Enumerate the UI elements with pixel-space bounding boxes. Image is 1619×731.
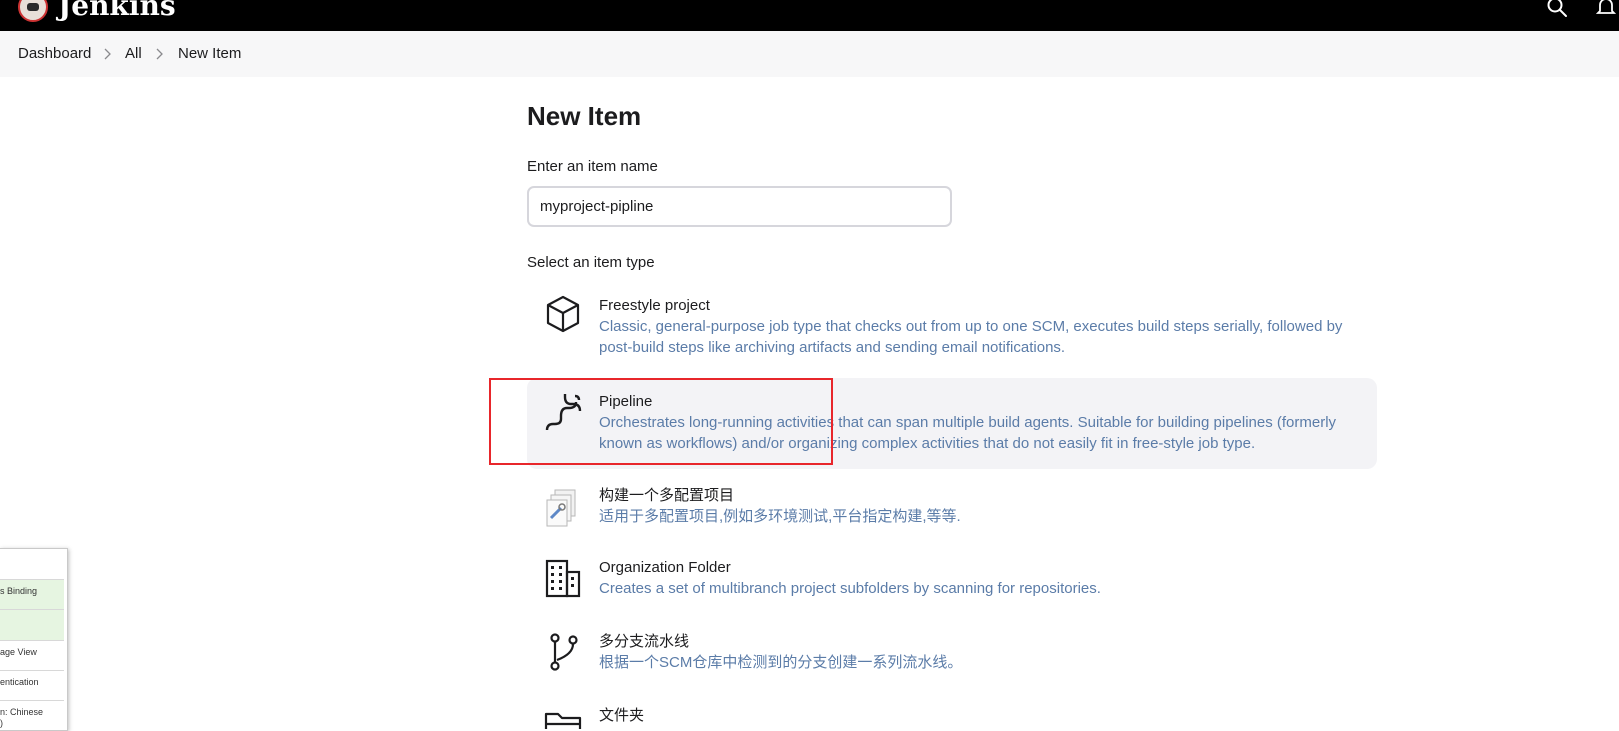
item-type-title: 文件夹 [599,707,645,724]
folder-icon [544,712,582,729]
item-type-title: Pipeline [599,393,653,410]
breadcrumb: Dashboard All New Item [0,31,1619,77]
item-type-title: 多分支流水线 [599,633,690,650]
item-type-description: 根据一个SCM仓库中检测到的分支创建一系列流水线。 [599,654,963,671]
breadcrumb-new-item[interactable]: New Item [178,44,241,64]
multi-config-icon [546,489,576,527]
side-panel-row[interactable]: n: Chinese) [0,701,64,730]
item-type-folder[interactable]: 文件夹 [527,700,1377,729]
item-type-title: 构建一个多配置项目 [599,487,735,504]
item-type-description: Orchestrates long-running activities tha… [599,414,1337,452]
side-panel-row[interactable]: entication [0,671,64,701]
jenkins-logo-icon[interactable] [18,0,48,22]
item-name-input[interactable] [527,186,952,227]
side-panel-row[interactable]: age View [0,641,64,671]
branch-icon [550,633,578,671]
pipeline-icon [545,394,582,431]
item-type-description: Classic, general-purpose job type that c… [599,318,1343,356]
page-title: New Item [527,101,642,131]
item-type-title: Organization Folder [599,559,731,576]
chevron-right-icon [104,48,111,60]
item-type-title: Freestyle project [599,297,710,314]
side-panel-row[interactable]: s Binding [0,580,64,610]
breadcrumb-dashboard[interactable]: Dashboard [18,44,91,64]
brand-title[interactable]: Jenkins [58,0,176,24]
search-icon[interactable] [1546,0,1568,18]
item-type-pipeline[interactable]: Pipeline Orchestrates long-running activ… [527,378,1377,469]
box-icon [546,295,580,333]
side-panel-row[interactable] [0,610,64,641]
building-icon [545,559,581,598]
item-type-freestyle[interactable]: Freestyle project Classic, general-purpo… [527,284,1377,364]
item-type-multi-config[interactable]: 构建一个多配置项目 适用于多配置项目,例如多环境测试,平台指定构建,等等. [527,482,1377,540]
side-panel-header [0,549,64,580]
breadcrumb-all[interactable]: All [125,44,142,64]
item-name-label: Enter an item name [527,158,658,175]
item-type-organization-folder[interactable]: Organization Folder Creates a set of mul… [527,552,1377,610]
top-bar: Jenkins [0,0,1619,31]
item-type-description: 适用于多配置项目,例如多环境测试,平台指定构建,等等. [599,508,961,525]
side-overlay-panel: s Binding age View entication n: Chinese… [0,548,68,731]
item-type-multibranch[interactable]: 多分支流水线 根据一个SCM仓库中检测到的分支创建一系列流水线。 [527,628,1377,686]
item-type-description: Creates a set of multibranch project sub… [599,580,1101,597]
item-type-label: Select an item type [527,254,655,271]
chevron-right-icon [156,48,163,60]
bell-icon[interactable] [1596,0,1616,18]
